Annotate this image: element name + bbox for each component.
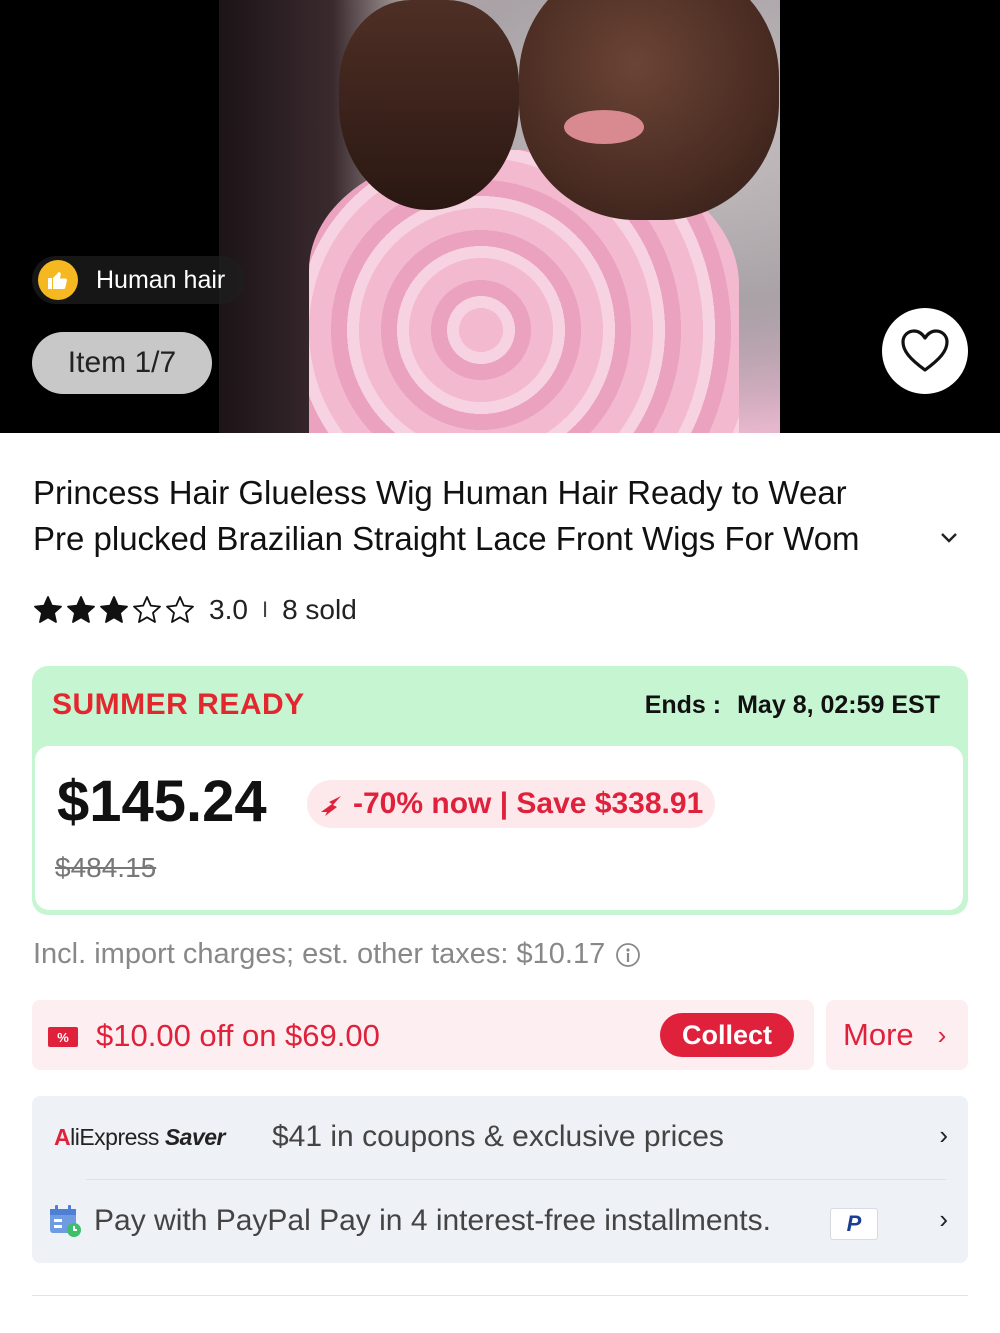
promo-ends-value: May 8, 02:59 EST bbox=[737, 691, 940, 719]
saver-text: $41 in coupons & exclusive prices bbox=[272, 1120, 724, 1153]
product-media[interactable]: Human hair Item 1/7 bbox=[0, 0, 1000, 433]
promo-ends-label: Ends : bbox=[644, 691, 722, 719]
saver-logo-a: A bbox=[54, 1124, 71, 1150]
item-counter: Item 1/7 bbox=[32, 332, 212, 394]
photo-face bbox=[519, 0, 779, 220]
current-price: $145.24 bbox=[57, 769, 267, 834]
human-hair-label: Human hair bbox=[96, 265, 226, 294]
saver-logo-suffix: aver bbox=[179, 1124, 226, 1150]
star-empty-icon bbox=[133, 596, 161, 623]
human-hair-badge: Human hair bbox=[32, 256, 246, 304]
photo-hand bbox=[339, 0, 519, 210]
product-title-line1: Princess Hair Glueless Wig Human Hair Re… bbox=[33, 474, 847, 511]
chevron-right-icon: › bbox=[939, 1204, 948, 1234]
chevron-down-icon[interactable] bbox=[938, 526, 960, 548]
chevron-right-icon: › bbox=[939, 1120, 948, 1150]
tax-note: Incl. import charges; est. other taxes: … bbox=[33, 938, 641, 971]
product-title[interactable]: Princess Hair Glueless Wig Human Hair Re… bbox=[33, 470, 963, 562]
paypal-text: Pay with PayPal Pay in 4 interest-free i… bbox=[94, 1204, 771, 1237]
more-coupons-button[interactable]: More › bbox=[826, 1000, 968, 1070]
saver-logo-s: S bbox=[164, 1124, 180, 1150]
wishlist-button[interactable] bbox=[882, 308, 968, 394]
star-filled-icon bbox=[34, 596, 62, 623]
star-empty-icon bbox=[166, 596, 194, 623]
sold-count: 8 sold bbox=[282, 594, 357, 625]
saver-card: AliExpress Saver $41 in coupons & exclus… bbox=[32, 1096, 968, 1263]
rating-stars bbox=[33, 595, 195, 625]
rating-row[interactable]: 3.0 I 8 sold bbox=[33, 592, 357, 628]
collect-button[interactable]: Collect bbox=[660, 1013, 794, 1057]
aliexpress-saver-logo: AliExpress Saver bbox=[54, 1124, 226, 1151]
more-label: More bbox=[843, 1017, 914, 1052]
promo-label: SUMMER READY bbox=[52, 688, 305, 721]
paypal-row[interactable]: Pay with PayPal Pay in 4 interest-free i… bbox=[32, 1180, 968, 1263]
info-icon[interactable] bbox=[615, 942, 641, 968]
star-filled-icon bbox=[100, 596, 128, 623]
paypal-logo: P bbox=[830, 1208, 878, 1240]
chevron-right-icon: › bbox=[937, 1019, 947, 1050]
saver-logo-mid: liExpress bbox=[70, 1124, 165, 1150]
rating-value: 3.0 bbox=[209, 594, 248, 625]
rating-separator: I bbox=[261, 597, 269, 622]
price-box: $145.24 -70% now | Save $338.91 $484.15 bbox=[35, 746, 963, 910]
divider bbox=[32, 1295, 968, 1296]
coupon-row[interactable]: % $10.00 off on $69.00 Collect bbox=[32, 1000, 814, 1070]
original-price: $484.15 bbox=[55, 852, 157, 883]
calendar-installment-icon bbox=[50, 1205, 81, 1237]
arrow-down-icon bbox=[321, 796, 341, 816]
thumbs-up-icon bbox=[38, 260, 78, 300]
promo-card: SUMMER READY Ends : May 8, 02:59 EST $145… bbox=[32, 666, 968, 915]
saver-row[interactable]: AliExpress Saver $41 in coupons & exclus… bbox=[32, 1096, 968, 1179]
star-filled-icon bbox=[67, 596, 95, 623]
discount-badge: -70% now | Save $338.91 bbox=[307, 780, 716, 828]
heart-icon bbox=[901, 329, 949, 372]
coupon-icon: % bbox=[48, 1027, 78, 1047]
photo-lips bbox=[564, 110, 644, 144]
product-title-line2: Pre plucked Brazilian Straight Lace Fron… bbox=[33, 520, 860, 557]
product-photo[interactable] bbox=[219, 0, 780, 433]
coupon-text: $10.00 off on $69.00 bbox=[96, 1018, 380, 1053]
tax-note-text: Incl. import charges; est. other taxes: … bbox=[33, 938, 606, 970]
discount-text: -70% now | Save $338.91 bbox=[353, 787, 704, 820]
promo-ends: Ends : May 8, 02:59 EST bbox=[645, 691, 940, 720]
